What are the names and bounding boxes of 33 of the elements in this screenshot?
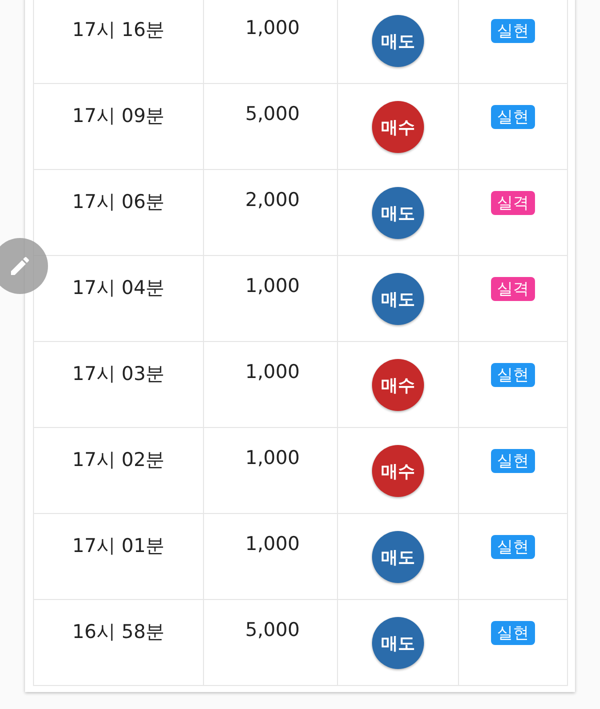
result-badge: 실현 (491, 105, 535, 129)
result-badge: 실현 (491, 363, 535, 387)
amount-text: 1,000 (245, 275, 300, 297)
time-text: 17시 04분 (72, 276, 165, 301)
amount-text: 5,000 (245, 619, 300, 641)
order-type-badge: 매도 (372, 15, 424, 67)
time-text: 17시 02분 (72, 448, 165, 473)
time-text: 17시 03분 (72, 362, 165, 387)
order-type-badge: 매도 (372, 531, 424, 583)
amount-text: 2,000 (245, 189, 300, 211)
amount-text: 1,000 (245, 17, 300, 39)
order-type-badge: 매수 (372, 359, 424, 411)
result-badge: 실현 (491, 621, 535, 645)
order-type-badge: 매도 (372, 273, 424, 325)
time-text: 16시 58분 (72, 620, 165, 645)
time-text: 17시 09분 (72, 104, 165, 129)
order-type-badge: 매수 (372, 101, 424, 153)
result-badge: 실현 (491, 19, 535, 43)
amount-text: 5,000 (245, 103, 300, 125)
time-text: 17시 16분 (72, 18, 165, 43)
amount-text: 1,000 (245, 533, 300, 555)
amount-text: 1,000 (245, 447, 300, 469)
result-badge: 실현 (491, 449, 535, 473)
amount-text: 1,000 (245, 361, 300, 383)
time-text: 17시 06분 (72, 190, 165, 215)
order-type-badge: 매수 (372, 445, 424, 497)
result-badge: 실격 (491, 191, 535, 215)
order-type-badge: 매도 (372, 187, 424, 239)
result-badge: 실현 (491, 535, 535, 559)
result-badge: 실격 (491, 277, 535, 301)
order-type-badge: 매도 (372, 617, 424, 669)
pencil-icon (8, 254, 32, 278)
time-text: 17시 01분 (72, 534, 165, 559)
